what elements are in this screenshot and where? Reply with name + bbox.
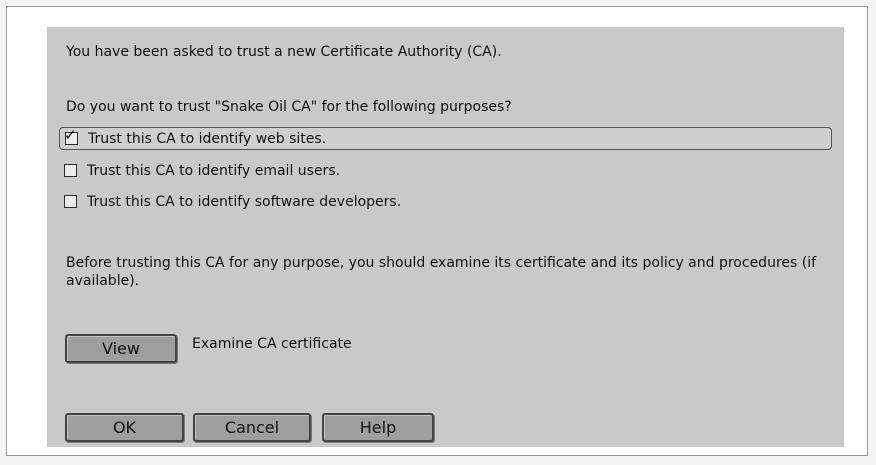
examine-note: Before trusting this CA for any purpose,…	[66, 255, 817, 289]
option-identify-web-sites[interactable]: ✓ Trust this CA to identify web sites.	[59, 127, 832, 150]
intro-text: You have been asked to trust a new Certi…	[66, 44, 502, 60]
checkbox-unchecked-icon[interactable]	[64, 195, 77, 208]
ok-button[interactable]: OK	[65, 413, 184, 442]
checkbox-checked-icon[interactable]: ✓	[64, 128, 78, 145]
checkbox-unchecked-icon[interactable]	[64, 164, 77, 177]
option-label: Trust this CA to identify software devel…	[87, 193, 402, 210]
option-label: Trust this CA to identify email users.	[87, 162, 341, 179]
view-button[interactable]: View	[65, 334, 177, 363]
trust-ca-dialog: You have been asked to trust a new Certi…	[47, 27, 844, 447]
page-frame: You have been asked to trust a new Certi…	[6, 6, 868, 456]
cancel-button[interactable]: Cancel	[193, 413, 311, 442]
question-text: Do you want to trust "Snake Oil CA" for …	[66, 99, 512, 115]
help-button[interactable]: Help	[322, 413, 434, 442]
option-identify-email-users[interactable]: Trust this CA to identify email users.	[64, 159, 340, 182]
option-label: Trust this CA to identify web sites.	[88, 130, 327, 147]
option-identify-software-developers[interactable]: Trust this CA to identify software devel…	[64, 190, 401, 213]
view-description: Examine CA certificate	[192, 336, 352, 352]
